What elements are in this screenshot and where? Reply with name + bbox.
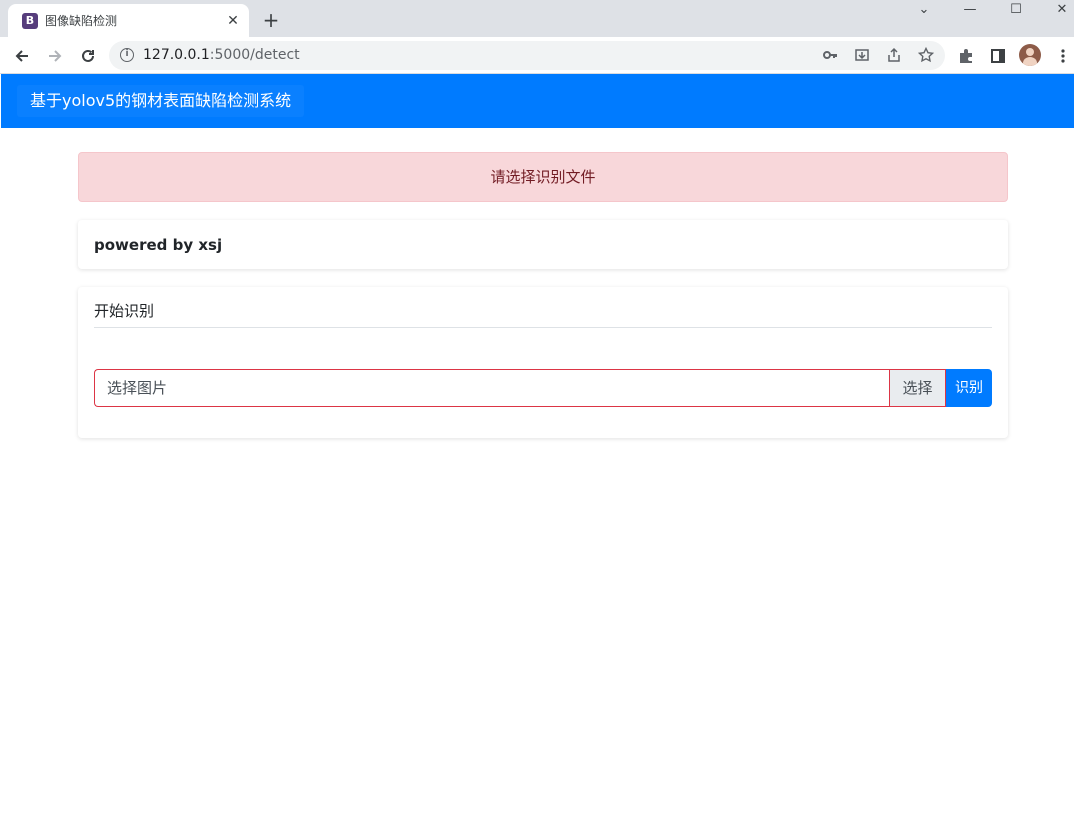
top-navbar: 基于yolov5的钢材表面缺陷检测系统 xyxy=(1,74,1074,128)
kebab-menu-icon[interactable] xyxy=(1052,45,1074,67)
side-panel-icon[interactable] xyxy=(987,45,1009,67)
url-host: 127.0.0.1 xyxy=(143,47,210,63)
maximize-button[interactable]: ☐ xyxy=(993,0,1039,22)
browser-tab[interactable]: B 图像缺陷检测 ✕ xyxy=(8,4,249,38)
tab-title: 图像缺陷检测 xyxy=(45,14,118,28)
key-icon[interactable] xyxy=(820,45,840,65)
file-input[interactable]: 选择图片 xyxy=(94,369,889,407)
browse-button[interactable]: 选择 xyxy=(889,369,946,407)
url-text[interactable]: 127.0.0.1:5000/detect xyxy=(143,47,300,64)
arrow-left-icon xyxy=(15,50,28,62)
new-tab-button[interactable]: + xyxy=(259,8,283,32)
info-icon[interactable]: i xyxy=(120,48,134,62)
tab-search-icon[interactable]: ⌄ xyxy=(901,0,947,22)
close-window-button[interactable]: ✕ xyxy=(1039,0,1074,22)
reload-button[interactable] xyxy=(75,43,101,69)
arrow-right-icon xyxy=(49,50,62,62)
minimize-button[interactable]: — xyxy=(947,0,993,22)
back-button[interactable] xyxy=(9,43,35,69)
forward-button[interactable] xyxy=(42,43,68,69)
powered-by-text: powered by xsj xyxy=(94,236,223,254)
share-icon[interactable] xyxy=(884,45,904,65)
puzzle-icon[interactable] xyxy=(955,45,977,67)
divider xyxy=(94,327,992,328)
install-icon[interactable] xyxy=(852,45,872,65)
detect-card: 开始识别 选择图片 选择 识别 xyxy=(78,287,1008,438)
powered-card: powered by xsj xyxy=(78,220,1008,269)
browser-titlebar: B 图像缺陷检测 ✕ + ⌄ — ☐ ✕ xyxy=(0,0,1074,38)
url-path: :5000/detect xyxy=(209,47,300,63)
address-bar[interactable]: i 127.0.0.1:5000/detect xyxy=(109,41,945,70)
star-icon[interactable] xyxy=(916,45,936,65)
navbar-brand[interactable]: 基于yolov5的钢材表面缺陷检测系统 xyxy=(17,85,305,117)
detect-submit-button[interactable]: 识别 xyxy=(946,369,992,407)
error-alert: 请选择识别文件 xyxy=(78,152,1008,202)
tab-close-icon[interactable]: ✕ xyxy=(224,12,242,30)
browser-toolbar: i 127.0.0.1:5000/detect xyxy=(0,37,1074,74)
reload-icon xyxy=(82,49,94,62)
file-input-label: 选择图片 xyxy=(107,379,168,397)
detect-section-title: 开始识别 xyxy=(94,302,155,320)
bootstrap-favicon-icon: B xyxy=(22,13,38,29)
avatar-icon[interactable] xyxy=(1019,44,1041,66)
